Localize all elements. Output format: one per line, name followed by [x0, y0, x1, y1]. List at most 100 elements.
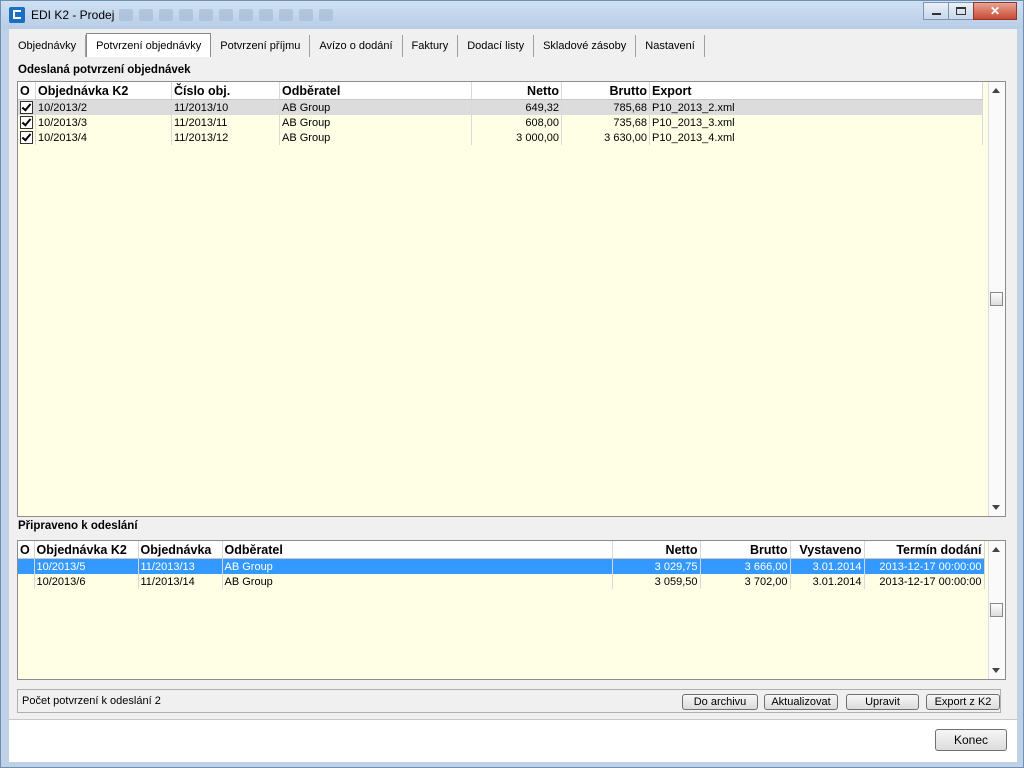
sent-section-title: Odeslaná potvrzení objednávek — [18, 64, 191, 76]
cell-brutto: 3 702,00 — [700, 574, 791, 589]
col-header-brutto[interactable]: Brutto — [700, 541, 791, 559]
refresh-button[interactable]: Aktualizovat — [764, 694, 838, 710]
cell-order: 11/2013/13 — [138, 558, 223, 574]
scroll-thumb[interactable] — [990, 603, 1003, 617]
col-header-customer[interactable]: Odběratel — [279, 82, 472, 100]
tab-skladove-zasoby[interactable]: Skladové zásoby — [534, 35, 637, 57]
cell-order: 11/2013/14 — [138, 574, 223, 589]
toolbar-icon — [179, 9, 193, 21]
cell-order-no: 11/2013/10 — [171, 99, 280, 115]
close-button[interactable]: Konec — [935, 729, 1007, 751]
tab-potvrzeni-objednavky[interactable]: Potvrzení objednávky — [86, 33, 212, 57]
table-row[interactable]: 10/2013/3 11/2013/11 AB Group 608,00 735… — [18, 115, 983, 130]
cell-export: P10_2013_2.xml — [649, 99, 983, 115]
titlebar-toolbar — [119, 9, 333, 21]
scroll-thumb[interactable] — [990, 292, 1003, 306]
tab-avizo-o-dodani[interactable]: Avízo o dodání — [310, 35, 403, 57]
scroll-up-icon[interactable] — [992, 547, 1000, 552]
cell-issued: 3.01.2014 — [790, 558, 865, 574]
cell-customer: AB Group — [222, 558, 613, 574]
toolbar-icon — [319, 9, 333, 21]
table-row[interactable]: 10/2013/5 11/2013/13 AB Group 3 029,75 3… — [18, 558, 985, 574]
toolbar-icon — [239, 9, 253, 21]
ready-header-row: O Objednávka K2 Objednávka Odběratel Net… — [18, 541, 985, 559]
cell-issued: 3.01.2014 — [790, 574, 865, 589]
cell-brutto: 735,68 — [561, 115, 650, 130]
edit-button[interactable]: Upravit — [846, 694, 919, 710]
cell-order-k2: 10/2013/2 — [35, 99, 172, 115]
tab-dodaci-listy[interactable]: Dodací listy — [458, 35, 535, 57]
maximize-button[interactable] — [948, 2, 974, 20]
tab-bar: Objednávky Potvrzení objednávky Potvrzen… — [9, 33, 705, 59]
table-row[interactable]: 10/2013/2 11/2013/10 AB Group 649,32 785… — [18, 99, 983, 115]
cell-export: P10_2013_4.xml — [649, 130, 983, 145]
cell-netto: 608,00 — [471, 115, 562, 130]
col-header-order-k2[interactable]: Objednávka K2 — [35, 82, 172, 100]
col-header-o[interactable]: O — [18, 82, 36, 100]
toolbar-icon — [199, 9, 213, 21]
cell-customer: AB Group — [279, 99, 472, 115]
cell-customer: AB Group — [222, 574, 613, 589]
window-controls — [923, 2, 1017, 20]
col-header-brutto[interactable]: Brutto — [561, 82, 650, 100]
scroll-down-icon[interactable] — [992, 668, 1000, 673]
col-header-order-k2[interactable]: Objednávka K2 — [34, 541, 139, 559]
cell-brutto: 3 666,00 — [700, 558, 791, 574]
tab-objednavky[interactable]: Objednávky — [9, 35, 87, 57]
minimize-button[interactable] — [923, 2, 949, 20]
close-window-button[interactable] — [973, 2, 1017, 20]
toolbar-icon — [159, 9, 173, 21]
toolbar-icon — [279, 9, 293, 21]
sent-table: O Objednávka K2 Číslo obj. Odběratel Net… — [18, 82, 983, 145]
status-count: Počet potvrzení k odeslání 2 — [22, 695, 161, 707]
col-header-netto[interactable]: Netto — [612, 541, 701, 559]
ready-vertical-scrollbar[interactable] — [988, 541, 1005, 679]
app-icon — [9, 7, 25, 23]
col-header-export[interactable]: Export — [649, 82, 983, 100]
tab-potvrzeni-prijmu[interactable]: Potvrzení příjmu — [211, 35, 311, 57]
toolbar-icon — [299, 9, 313, 21]
toolbar-icon — [259, 9, 273, 21]
title-bar: EDI K2 - Prodej — [1, 1, 1023, 29]
toolbar-icon — [119, 9, 133, 21]
ready-section-title: Připraveno k odeslání — [18, 520, 138, 532]
ready-grid[interactable]: O Objednávka K2 Objednávka Odběratel Net… — [17, 540, 1006, 680]
tab-faktury[interactable]: Faktury — [403, 35, 459, 57]
tab-nastaveni[interactable]: Nastavení — [636, 35, 705, 57]
scroll-down-icon[interactable] — [992, 505, 1000, 510]
cell-brutto: 3 630,00 — [561, 130, 650, 145]
cell-o — [18, 558, 35, 574]
sent-checkbox[interactable] — [20, 116, 33, 129]
cell-o — [18, 574, 35, 589]
window-title: EDI K2 - Prodej — [31, 8, 115, 22]
col-header-issued[interactable]: Vystaveno — [790, 541, 865, 559]
col-header-order[interactable]: Objednávka — [138, 541, 223, 559]
col-header-o[interactable]: O — [18, 541, 35, 559]
cell-export: P10_2013_3.xml — [649, 115, 983, 130]
col-header-delivery[interactable]: Termín dodání — [864, 541, 985, 559]
col-header-order-no[interactable]: Číslo obj. — [171, 82, 280, 100]
archive-button[interactable]: Do archivu — [682, 694, 758, 710]
cell-order-k2: 10/2013/5 — [34, 558, 139, 574]
sent-checkbox[interactable] — [20, 131, 33, 144]
col-header-netto[interactable]: Netto — [471, 82, 562, 100]
cell-netto: 649,32 — [471, 99, 562, 115]
table-row[interactable]: 10/2013/4 11/2013/12 AB Group 3 000,00 3… — [18, 130, 983, 145]
client-area: Objednávky Potvrzení objednávky Potvrzen… — [9, 29, 1017, 762]
sent-checkbox[interactable] — [20, 101, 33, 114]
cell-order-k2: 10/2013/6 — [34, 574, 139, 589]
cell-delivery: 2013-12-17 00:00:00 — [864, 574, 985, 589]
export-button[interactable]: Export z K2 — [926, 694, 1000, 710]
ready-table: O Objednávka K2 Objednávka Odběratel Net… — [18, 541, 985, 589]
toolbar-icon — [139, 9, 153, 21]
bottom-bar: Konec — [9, 719, 1017, 762]
sent-grid[interactable]: O Objednávka K2 Číslo obj. Odběratel Net… — [17, 81, 1006, 517]
col-header-customer[interactable]: Odběratel — [222, 541, 613, 559]
cell-customer: AB Group — [279, 115, 472, 130]
scroll-up-icon[interactable] — [992, 88, 1000, 93]
toolbar-icon — [219, 9, 233, 21]
table-row[interactable]: 10/2013/6 11/2013/14 AB Group 3 059,50 3… — [18, 574, 985, 589]
cell-customer: AB Group — [279, 130, 472, 145]
sent-vertical-scrollbar[interactable] — [988, 82, 1005, 516]
cell-order-k2: 10/2013/3 — [35, 115, 172, 130]
